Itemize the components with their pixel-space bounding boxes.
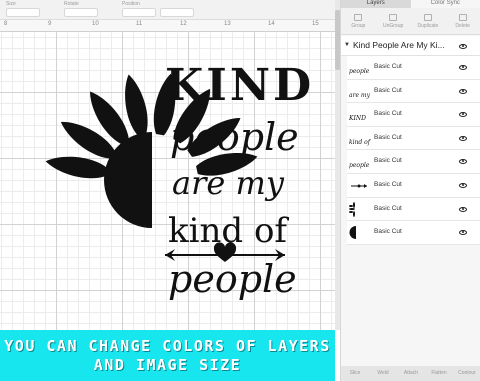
artwork-svg: KIND people are my kind of people xyxy=(45,60,311,301)
layer-row[interactable]: people Basic Cut xyxy=(347,56,480,80)
panel-tabs: Layers Color Sync xyxy=(341,0,480,8)
ungroup-icon xyxy=(389,13,398,21)
layer-name: Basic Cut xyxy=(374,86,402,94)
horizontal-ruler: 8 9 10 11 12 13 14 15 xyxy=(0,20,335,32)
layer-name: Basic Cut xyxy=(374,110,402,118)
eye-icon[interactable] xyxy=(459,88,467,94)
panel-bottom-attach-button[interactable]: Attach xyxy=(397,366,425,381)
layer-list: people Basic Cut are my Basic Cut KIND Basic … xyxy=(341,56,480,245)
layer-name: Basic Cut xyxy=(374,133,402,141)
size-label: Size xyxy=(6,1,16,7)
eye-icon[interactable] xyxy=(459,206,467,212)
position-y-field[interactable] xyxy=(160,8,194,17)
design-space-window: Size Rotate Position 8 9 10 11 12 13 14 15 KIND… xyxy=(0,0,480,381)
people-word-1[interactable]: people xyxy=(170,115,299,159)
layer-thumbnail: people xyxy=(349,68,370,75)
layer-row[interactable]: Basic Cut xyxy=(347,197,480,222)
layer-name: Basic Cut xyxy=(374,228,402,236)
tab-layers[interactable]: Layers xyxy=(341,0,411,8)
layer-thumbnail xyxy=(349,201,369,217)
arrow-heart-thumb xyxy=(351,183,367,188)
layer-thumbnail xyxy=(349,225,369,240)
panel-bottom-slice-button[interactable]: Slice xyxy=(341,366,369,381)
duplicate-icon xyxy=(423,13,432,21)
edit-toolbar: Size Rotate Position xyxy=(0,0,335,20)
trash-icon xyxy=(458,13,467,21)
ruler-number: 11 xyxy=(136,21,143,27)
layers-panel: Layers Color Sync Group UnGroup Duplicat… xyxy=(340,0,480,381)
eye-icon[interactable] xyxy=(459,135,467,141)
are-my-words[interactable]: are my xyxy=(172,164,285,202)
eye-icon[interactable] xyxy=(459,65,467,70)
panel-bottom-contour-button[interactable]: Contour xyxy=(453,366,480,381)
layer-name: Basic Cut xyxy=(374,157,402,165)
layer-name: Basic Cut xyxy=(374,180,402,188)
sunflower-petal xyxy=(45,156,108,179)
layer-row[interactable]: Basic Cut xyxy=(347,173,480,198)
group-icon xyxy=(354,13,363,21)
panel-bottom-toolbar: Slice Weld Attach Flatten Contour xyxy=(341,366,480,381)
layer-row[interactable]: are my Basic Cut xyxy=(347,79,480,104)
layer-name: Basic Cut xyxy=(374,63,402,70)
group-button[interactable]: Group xyxy=(341,8,376,34)
promo-banner: YOU CAN CHANGE COLORS OF LAYERS AND IMAG… xyxy=(0,330,335,381)
ruler-number: 15 xyxy=(312,21,319,27)
eye-icon[interactable] xyxy=(459,159,467,165)
layer-row[interactable]: Basic Cut xyxy=(347,221,480,245)
design-artwork[interactable]: KIND people are my kind of people xyxy=(40,52,311,301)
layer-group-row[interactable]: ▼ Kind People Are My Ki... xyxy=(341,36,480,56)
eye-icon[interactable] xyxy=(459,112,467,118)
half-circle-thumb xyxy=(349,226,356,240)
position-x-field[interactable] xyxy=(122,8,156,17)
layer-row[interactable]: KIND Basic Cut xyxy=(347,103,480,127)
layer-row[interactable]: kind of Basic Cut xyxy=(347,126,480,151)
size-field[interactable] xyxy=(6,8,40,17)
ruler-number: 13 xyxy=(224,21,231,27)
layer-thumbnail: people xyxy=(349,162,370,170)
design-canvas[interactable]: KIND people are my kind of people xyxy=(0,32,335,330)
ruler-number: 10 xyxy=(92,21,99,27)
panel-bottom-flatten-button[interactable]: Flatten xyxy=(425,366,453,381)
panel-bottom-weld-button[interactable]: Weld xyxy=(369,366,397,381)
chevron-down-icon[interactable]: ▼ xyxy=(344,42,350,48)
tab-color-sync[interactable]: Color Sync xyxy=(411,0,480,8)
banner-line-1: YOU CAN CHANGE COLORS OF LAYERS xyxy=(4,336,331,355)
eye-icon[interactable] xyxy=(459,230,467,236)
layer-name: Basic Cut xyxy=(374,204,402,212)
layer-actions: Group UnGroup Duplicate Delete xyxy=(341,8,480,35)
rotate-field[interactable] xyxy=(64,8,98,17)
eye-icon[interactable] xyxy=(459,44,467,49)
petals-thumb xyxy=(349,201,355,217)
group-title: Kind People Are My Ki... xyxy=(353,40,445,50)
ruler-number: 9 xyxy=(48,21,52,27)
layer-thumbnail: kind of xyxy=(349,138,370,146)
people-word-2[interactable]: people xyxy=(168,257,297,301)
delete-button[interactable]: Delete xyxy=(445,8,480,34)
layer-thumbnail xyxy=(349,178,369,193)
layer-thumbnail: KIND xyxy=(349,115,366,123)
kind-word[interactable]: KIND xyxy=(165,60,314,111)
banner-line-2: AND IMAGE SIZE xyxy=(93,355,242,374)
position-label: Position xyxy=(122,1,140,7)
eye-icon[interactable] xyxy=(459,182,467,188)
layer-row[interactable]: people Basic Cut xyxy=(347,150,480,174)
layer-thumbnail: are my xyxy=(349,91,370,99)
ruler-number: 14 xyxy=(268,21,275,27)
ruler-number: 12 xyxy=(180,21,187,27)
ungroup-button[interactable]: UnGroup xyxy=(376,8,411,34)
rotate-label: Rotate xyxy=(64,1,79,7)
ruler-number: 8 xyxy=(4,21,8,27)
duplicate-button[interactable]: Duplicate xyxy=(411,8,446,34)
